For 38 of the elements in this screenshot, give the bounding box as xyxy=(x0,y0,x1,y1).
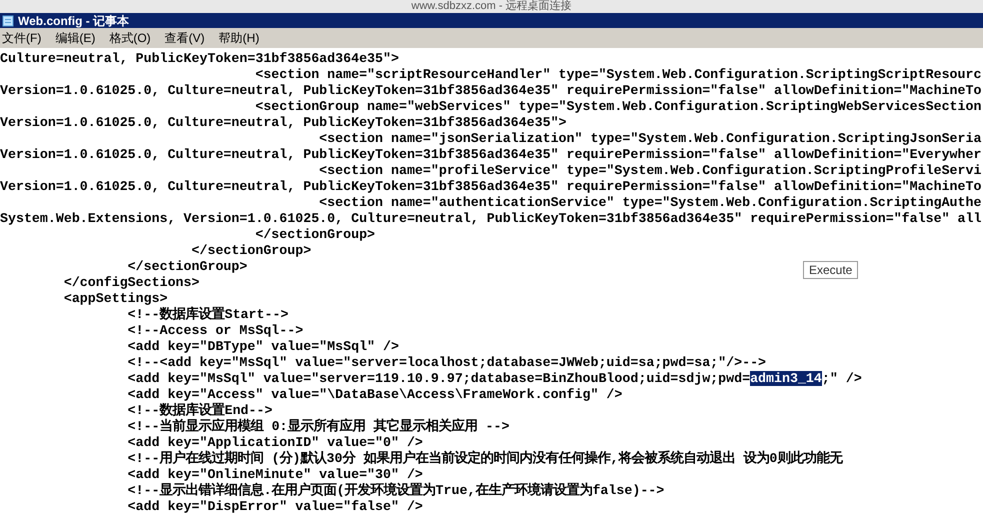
code-line: Version=1.0.61025.0, Culture=neutral, PublicKeyToken=31bf3856ad364e35" requirePermission="false" allowDefinition="MachineTo xyxy=(0,179,982,195)
menu-item[interactable]: 查看(V) xyxy=(164,29,205,47)
code-line: </sectionGroup> xyxy=(254,227,376,243)
code-line: <add key="MsSql" value="server=119.10.9.97;database=BinZhouBlood;uid=sdjw;pwd=admin3_14;" /> xyxy=(126,371,862,387)
code-line: <!--<add key="MsSql" value="server=localhost;database=JWWeb;uid=sa;pwd=sa;"/>--> xyxy=(126,355,766,371)
menu-item[interactable]: 格式(O) xyxy=(109,29,151,47)
code-line: <add key="OnlineMinute" value="30" /> xyxy=(126,467,423,482)
code-line: <appSettings> xyxy=(62,291,168,307)
code-line: <section name="authenticationService" type="System.Web.Configuration.ScriptingAuthe xyxy=(318,195,982,211)
code-line: <add key="Access" value="\DataBase\Access\FrameWork.config" /> xyxy=(126,387,622,402)
tooltip: Execute xyxy=(803,261,858,279)
notepad-icon xyxy=(2,14,14,26)
code-line: <section name="scriptResourceHandler" type="System.Web.Configuration.ScriptingScriptResourc xyxy=(254,67,982,83)
code-line: Culture=neutral, PublicKeyToken=31bf3856ad364e35"> xyxy=(0,51,399,67)
code-line: Version=1.0.61025.0, Culture=neutral, PublicKeyToken=31bf3856ad364e35"> xyxy=(0,115,567,131)
menu-item[interactable]: 文件(F) xyxy=(2,29,42,47)
code-line: <sectionGroup name="webServices" type="System.Web.Configuration.ScriptingWebServicesSection xyxy=(254,99,982,115)
code-line: <!--用户在线过期时间 (分)默认30分 如果用户在当前设定的时间内没有任何操作,将会被系统自动退出 设为0则此功能无 xyxy=(126,451,842,467)
code-line: </configSections> xyxy=(62,275,200,291)
code-line: System.Web.Extensions, Version=1.0.61025.0, Culture=neutral, PublicKeyToken=31bf3856ad364e35" requirePermission="false" all xyxy=(0,211,982,227)
window-title: Web.config - 记事本 xyxy=(18,12,130,30)
menu-item[interactable]: 帮助(H) xyxy=(218,29,260,47)
code-line: </sectionGroup> xyxy=(126,259,248,275)
code-line: Version=1.0.61025.0, Culture=neutral, PublicKeyToken=31bf3856ad364e35" requirePermission="false" allowDefinition="MachineTo xyxy=(0,83,982,99)
code-line: <section name="jsonSerialization" type="System.Web.Configuration.ScriptingJsonSeria xyxy=(318,131,982,147)
code-line: <!--显示出错详细信息.在用户页面(开发环境设置为True,在生产环境请设置为false)--> xyxy=(126,483,664,499)
code-line: <!--数据库设置Start--> xyxy=(126,307,288,323)
code-line: Version=1.0.61025.0, Culture=neutral, PublicKeyToken=31bf3856ad364e35" requirePermission="false" allowDefinition="Everywher xyxy=(0,147,982,163)
code-line: </sectionGroup> xyxy=(190,243,312,259)
menu-item[interactable]: 编辑(E) xyxy=(55,29,96,47)
code-line: <add key="DBType" value="MsSql" /> xyxy=(126,339,399,355)
code-line: <add key="DispError" value="false" /> xyxy=(126,499,423,515)
code-line: <section name="profileService" type="System.Web.Configuration.ScriptingProfileServi xyxy=(318,163,982,179)
code-line: <!--Access or MsSql--> xyxy=(126,323,304,339)
code-line: <add key="ApplicationID" value="0" /> xyxy=(126,435,423,450)
remote-desktop-title: www.sdbzxz.com - 远程桌面连接 xyxy=(411,0,572,13)
code-line: <!--数据库设置End--> xyxy=(126,403,272,418)
code-line: <!--当前显示应用模组 0:显示所有应用 其它显示相关应用 --> xyxy=(126,419,510,435)
